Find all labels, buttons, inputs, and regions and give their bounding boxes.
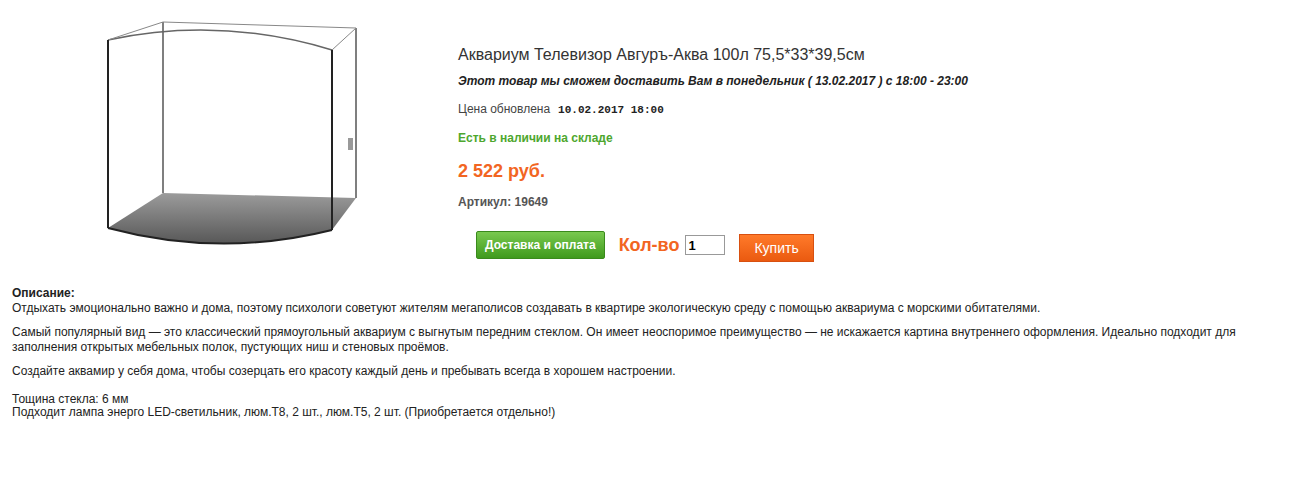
sku: Артикул: 19649: [458, 194, 968, 210]
description-heading: Описание:: [12, 286, 1288, 301]
product-page: Аквариум Телевизор Авгуръ-Аква 100л 75,5…: [0, 0, 1300, 419]
description-paragraph: Самый популярный вид — это классический …: [12, 325, 1288, 355]
delivery-note: Этот товар мы сможем доставить Вам в пон…: [458, 73, 968, 89]
delivery-button[interactable]: Доставка и оплата: [476, 231, 605, 259]
price-updated-date: 10.02.2017 18:00: [558, 102, 664, 118]
buy-button[interactable]: Купить: [739, 234, 813, 262]
specs: Тощина стекла: 6 ммПодходит лампа энерго…: [12, 393, 1288, 419]
quantity-label: Кол-во: [619, 235, 680, 256]
quantity-input[interactable]: [685, 235, 725, 255]
stock-status: Есть в наличии на складе: [458, 130, 968, 146]
product-title: Аквариум Телевизор Авгуръ-Аква 100л 75,5…: [458, 45, 968, 65]
spec-line: Тощина стекла: 6 мм: [12, 393, 1288, 406]
description: Описание:Отдыхать эмоционально важно и д…: [0, 286, 1300, 419]
spec-line: Подходит лампа энерго LED-светильник, лю…: [12, 406, 1288, 419]
product-card: Аквариум Телевизор Авгуръ-Аква 100л 75,5…: [0, 0, 1300, 286]
action-row: Доставка и оплата Кол-во Купить: [476, 228, 968, 262]
aquarium-icon: [100, 18, 362, 254]
product-image: [0, 0, 458, 286]
price: 2 522 руб.: [458, 160, 968, 182]
product-info: Аквариум Телевизор Авгуръ-Аква 100л 75,5…: [458, 0, 968, 286]
price-updated: Цена обновлена 10.02.2017 18:00: [458, 101, 968, 118]
description-paragraph: Создайте аквамир у себя дома, чтобы созе…: [12, 364, 1288, 379]
description-paragraph: Отдыхать эмоционально важно и дома, поэт…: [12, 301, 1288, 316]
price-updated-label: Цена обновлена: [458, 101, 550, 117]
